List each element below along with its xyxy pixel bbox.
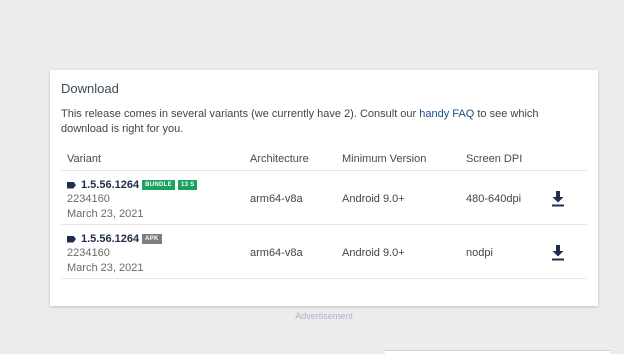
architecture-cell: arm64-v8a (250, 193, 303, 205)
tag-icon (67, 235, 76, 243)
bundle-badge: BUNDLE (142, 180, 175, 190)
intro-text: This release comes in several variants (… (61, 108, 420, 120)
screen-dpi-cell: 480-640dpi (466, 193, 522, 205)
variant-cell: 1.5.56.1264 BUNDLE 13 S 2234160 March 23… (67, 178, 198, 222)
faq-link[interactable]: handy FAQ (419, 108, 474, 120)
header-min-version: Minimum Version (342, 153, 427, 165)
header-variant: Variant (67, 153, 102, 165)
splits-badge: 13 S (177, 180, 198, 190)
variants-table: Variant Architecture Minimum Version Scr… (61, 146, 587, 279)
variant-version-link[interactable]: 1.5.56.1264 (81, 179, 139, 191)
min-version-cell: Android 9.0+ (342, 193, 405, 205)
download-intro: This release comes in several variants (… (61, 107, 581, 137)
advertisement-label: Advertisement (295, 311, 353, 321)
download-icon (552, 245, 564, 261)
table-row: 1.5.56.1264 BUNDLE 13 S 2234160 March 23… (61, 171, 587, 225)
apk-badge: APK (142, 234, 162, 244)
header-architecture: Architecture (250, 153, 309, 165)
variant-date: March 23, 2021 (67, 262, 144, 274)
min-version-cell: Android 9.0+ (342, 247, 405, 259)
header-screen-dpi: Screen DPI (466, 153, 523, 165)
download-icon (552, 191, 564, 207)
variant-code: 2234160 (67, 193, 110, 205)
download-title: Download (61, 81, 119, 96)
architecture-cell: arm64-v8a (250, 247, 303, 259)
tag-icon (67, 181, 76, 189)
variant-code: 2234160 (67, 247, 110, 259)
bottom-divider (385, 350, 610, 354)
variant-version-link[interactable]: 1.5.56.1264 (81, 233, 139, 245)
download-button[interactable] (550, 190, 566, 208)
screen-dpi-cell: nodpi (466, 247, 493, 259)
download-card: Download This release comes in several v… (50, 70, 598, 306)
table-header: Variant Architecture Minimum Version Scr… (61, 146, 587, 171)
download-button[interactable] (550, 244, 566, 262)
table-row: 1.5.56.1264 APK 2234160 March 23, 2021 a… (61, 225, 587, 279)
variant-cell: 1.5.56.1264 APK 2234160 March 23, 2021 (67, 232, 162, 276)
variant-date: March 23, 2021 (67, 208, 144, 220)
